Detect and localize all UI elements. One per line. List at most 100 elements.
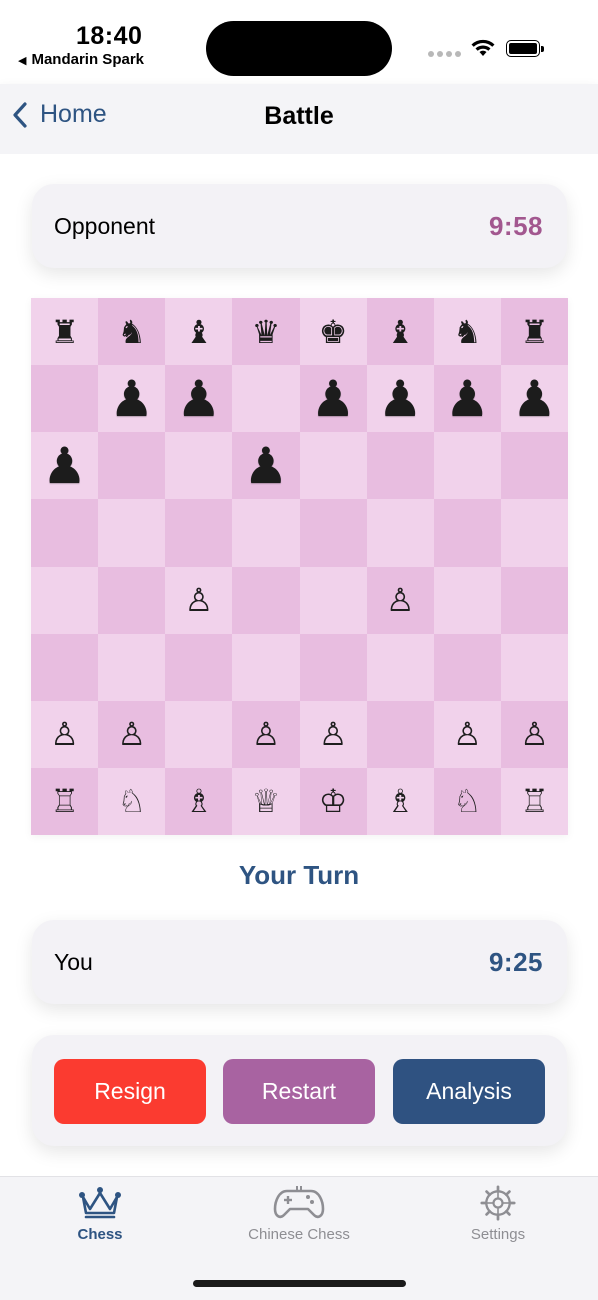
square-h1[interactable]: ♖ [500, 767, 568, 835]
square-g4[interactable] [433, 566, 501, 634]
black-pawn-piece[interactable]: ♟ [445, 374, 490, 424]
square-h6[interactable] [500, 432, 568, 500]
square-g8[interactable]: ♞ [433, 298, 501, 366]
square-a8[interactable]: ♜ [31, 298, 99, 366]
square-a1[interactable]: ♖ [31, 767, 99, 835]
square-e5[interactable] [299, 499, 367, 567]
white-pawn-piece[interactable]: ♙ [319, 718, 348, 750]
square-e8[interactable]: ♚ [299, 298, 367, 366]
home-indicator[interactable] [193, 1280, 406, 1287]
square-d7[interactable] [232, 365, 300, 433]
black-bishop-piece[interactable]: ♝ [386, 316, 415, 348]
square-g1[interactable]: ♘ [433, 767, 501, 835]
resign-button[interactable]: Resign [54, 1059, 206, 1124]
square-a7[interactable] [31, 365, 99, 433]
square-b4[interactable] [98, 566, 166, 634]
square-h7[interactable]: ♟ [500, 365, 568, 433]
square-f6[interactable] [366, 432, 434, 500]
square-d4[interactable] [232, 566, 300, 634]
tab-settings[interactable]: Settings [408, 1185, 588, 1243]
square-g2[interactable]: ♙ [433, 700, 501, 768]
square-f7[interactable]: ♟ [366, 365, 434, 433]
analysis-button[interactable]: Analysis [393, 1059, 545, 1124]
square-f4[interactable]: ♙ [366, 566, 434, 634]
square-e2[interactable]: ♙ [299, 700, 367, 768]
square-h2[interactable]: ♙ [500, 700, 568, 768]
square-d3[interactable] [232, 633, 300, 701]
black-knight-piece[interactable]: ♞ [117, 316, 146, 348]
white-rook-piece[interactable]: ♖ [50, 785, 79, 817]
square-e3[interactable] [299, 633, 367, 701]
square-c6[interactable] [165, 432, 233, 500]
white-knight-piece[interactable]: ♘ [117, 785, 146, 817]
black-queen-piece[interactable]: ♛ [252, 316, 281, 348]
square-c5[interactable] [165, 499, 233, 567]
square-c1[interactable]: ♗ [165, 767, 233, 835]
white-pawn-piece[interactable]: ♙ [184, 584, 213, 616]
square-b6[interactable] [98, 432, 166, 500]
square-d6[interactable]: ♟ [232, 432, 300, 500]
back-to-app-link[interactable]: ◀ Mandarin Spark [18, 51, 144, 68]
white-knight-piece[interactable]: ♘ [453, 785, 482, 817]
square-b8[interactable]: ♞ [98, 298, 166, 366]
square-a3[interactable] [31, 633, 99, 701]
square-c7[interactable]: ♟ [165, 365, 233, 433]
square-c4[interactable]: ♙ [165, 566, 233, 634]
square-a6[interactable]: ♟ [31, 432, 99, 500]
square-c2[interactable] [165, 700, 233, 768]
tab-chinese-chess[interactable]: Chinese Chess [209, 1185, 389, 1243]
chess-board[interactable]: ♜ ♞ ♝ ♛ ♚ ♝ ♞ ♜ ♟ ♟ ♟ ♟ ♟ ♟ ♟ ♟ ♙ ♙ ♙ ♙ ♙ ♙ ♙ ♙ ♖ ♘ ♗ ♕ ♔ ♗ ♘ ♖ [31, 298, 568, 835]
square-b2[interactable]: ♙ [98, 700, 166, 768]
square-f2[interactable] [366, 700, 434, 768]
square-f5[interactable] [366, 499, 434, 567]
black-pawn-piece[interactable]: ♟ [42, 441, 87, 491]
tab-chess[interactable]: Chess [10, 1185, 190, 1243]
white-pawn-piece[interactable]: ♙ [386, 584, 415, 616]
square-a2[interactable]: ♙ [31, 700, 99, 768]
square-a4[interactable] [31, 566, 99, 634]
square-e1[interactable]: ♔ [299, 767, 367, 835]
square-f8[interactable]: ♝ [366, 298, 434, 366]
square-g5[interactable] [433, 499, 501, 567]
square-h3[interactable] [500, 633, 568, 701]
square-e4[interactable] [299, 566, 367, 634]
square-h4[interactable] [500, 566, 568, 634]
white-bishop-piece[interactable]: ♗ [386, 785, 415, 817]
square-h8[interactable]: ♜ [500, 298, 568, 366]
square-b1[interactable]: ♘ [98, 767, 166, 835]
square-h5[interactable] [500, 499, 568, 567]
black-bishop-piece[interactable]: ♝ [184, 316, 213, 348]
square-b5[interactable] [98, 499, 166, 567]
white-pawn-piece[interactable]: ♙ [117, 718, 146, 750]
white-pawn-piece[interactable]: ♙ [520, 718, 549, 750]
square-c3[interactable] [165, 633, 233, 701]
square-g6[interactable] [433, 432, 501, 500]
white-pawn-piece[interactable]: ♙ [252, 718, 281, 750]
square-g7[interactable]: ♟ [433, 365, 501, 433]
square-f3[interactable] [366, 633, 434, 701]
white-rook-piece[interactable]: ♖ [520, 785, 549, 817]
black-pawn-piece[interactable]: ♟ [378, 374, 423, 424]
square-e7[interactable]: ♟ [299, 365, 367, 433]
black-rook-piece[interactable]: ♜ [520, 316, 549, 348]
black-pawn-piece[interactable]: ♟ [176, 374, 221, 424]
white-pawn-piece[interactable]: ♙ [453, 718, 482, 750]
black-pawn-piece[interactable]: ♟ [109, 374, 154, 424]
square-g3[interactable] [433, 633, 501, 701]
white-bishop-piece[interactable]: ♗ [184, 785, 213, 817]
square-f1[interactable]: ♗ [366, 767, 434, 835]
black-pawn-piece[interactable]: ♟ [311, 374, 356, 424]
square-e6[interactable] [299, 432, 367, 500]
square-b3[interactable] [98, 633, 166, 701]
square-d5[interactable] [232, 499, 300, 567]
black-rook-piece[interactable]: ♜ [50, 316, 79, 348]
white-pawn-piece[interactable]: ♙ [50, 718, 79, 750]
square-d1[interactable]: ♕ [232, 767, 300, 835]
black-king-piece[interactable]: ♚ [319, 316, 348, 348]
restart-button[interactable]: Restart [223, 1059, 375, 1124]
square-d8[interactable]: ♛ [232, 298, 300, 366]
square-c8[interactable]: ♝ [165, 298, 233, 366]
black-pawn-piece[interactable]: ♟ [244, 441, 289, 491]
black-pawn-piece[interactable]: ♟ [512, 374, 557, 424]
black-knight-piece[interactable]: ♞ [453, 316, 482, 348]
